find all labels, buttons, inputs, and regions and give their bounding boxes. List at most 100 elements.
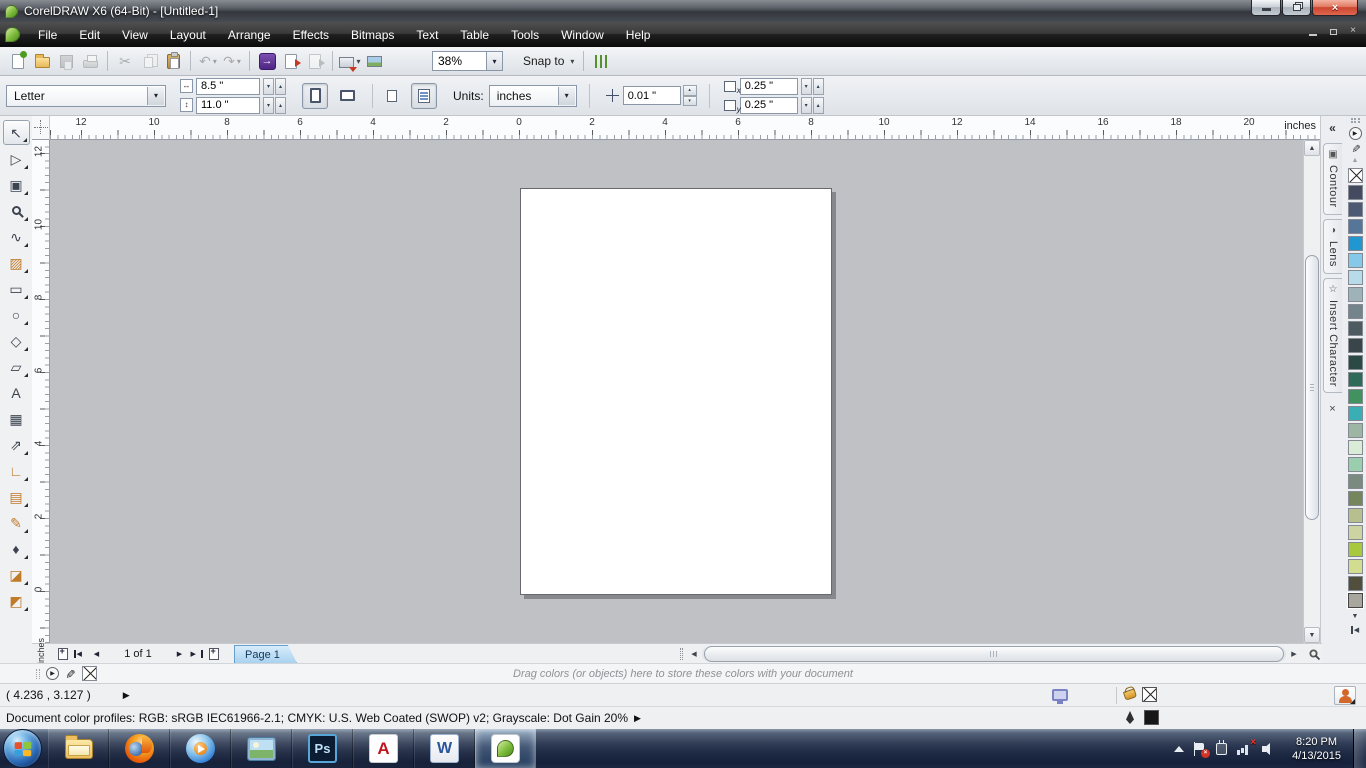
menu-layout[interactable]: Layout bbox=[159, 22, 217, 47]
color-swatch[interactable] bbox=[1347, 321, 1363, 336]
taskbar-windows-media-player[interactable] bbox=[170, 729, 231, 768]
palette-expand-icon[interactable]: ◀ bbox=[1350, 626, 1359, 634]
horizontal-scroll-track[interactable] bbox=[702, 645, 1286, 662]
color-swatch[interactable] bbox=[1347, 423, 1363, 438]
units-dropdown-icon[interactable]: ▾ bbox=[557, 86, 575, 105]
color-swatch[interactable] bbox=[1347, 338, 1363, 353]
rectangle-tool[interactable]: ▭ bbox=[3, 276, 30, 301]
color-swatch[interactable] bbox=[1347, 576, 1363, 591]
taskbar-windows-explorer[interactable] bbox=[48, 729, 109, 768]
docker-tab-contour[interactable]: ▣ Contour bbox=[1323, 143, 1342, 215]
units-select[interactable]: inches ▾ bbox=[488, 84, 577, 107]
vertical-ruler[interactable]: 12 10 8 6 4 2 0 bbox=[32, 140, 50, 643]
palette-flyout-button[interactable]: ▶ bbox=[1348, 127, 1362, 140]
color-swatch[interactable] bbox=[1347, 219, 1363, 234]
color-swatch[interactable] bbox=[1347, 559, 1363, 574]
page-height-spin-down[interactable]: ▾ bbox=[263, 96, 274, 114]
horizontal-scroll-thumb[interactable] bbox=[704, 645, 1284, 662]
application-launcher-button[interactable]: ▾ bbox=[338, 49, 362, 73]
interactive-fill-tool[interactable]: ◩ bbox=[3, 588, 30, 613]
portrait-button[interactable] bbox=[302, 82, 328, 109]
color-swatch[interactable] bbox=[1347, 185, 1363, 200]
nudge-distance-input[interactable] bbox=[622, 86, 681, 105]
page-width-spin-up[interactable]: ▴ bbox=[275, 77, 286, 95]
color-swatch[interactable] bbox=[1347, 525, 1363, 540]
zoom-level-input[interactable] bbox=[432, 51, 486, 71]
page-height-spin-up[interactable]: ▴ bbox=[275, 96, 286, 114]
scroll-left-icon[interactable]: ◀ bbox=[686, 650, 702, 658]
profiles-flyout-icon[interactable]: ▶ bbox=[634, 713, 641, 724]
palette-grip[interactable] bbox=[1350, 118, 1360, 123]
start-button[interactable] bbox=[3, 729, 42, 768]
scrollbar-splitter[interactable] bbox=[680, 647, 683, 660]
color-swatch[interactable] bbox=[1347, 474, 1363, 489]
power-plug-icon[interactable] bbox=[1216, 739, 1228, 755]
ruler-origin[interactable] bbox=[32, 116, 50, 140]
zoom-tool[interactable] bbox=[3, 198, 30, 223]
basic-shapes-tool[interactable]: ▱ bbox=[3, 354, 30, 379]
status-flyout-icon[interactable]: ▶ bbox=[123, 690, 130, 701]
user-account-button[interactable] bbox=[1334, 686, 1356, 705]
zoom-level-dropdown-icon[interactable]: ▾ bbox=[486, 51, 503, 71]
menu-edit[interactable]: Edit bbox=[68, 22, 111, 47]
show-desktop-button[interactable] bbox=[1353, 729, 1366, 768]
outline-pen-tool[interactable]: ♦ bbox=[3, 536, 30, 561]
insert-page-button[interactable]: + bbox=[205, 645, 222, 662]
zoom-level-combo[interactable]: ▾ bbox=[432, 51, 503, 71]
parallel-dimension-tool[interactable]: ⇗ bbox=[3, 432, 30, 457]
menu-effects[interactable]: Effects bbox=[282, 22, 340, 47]
apply-current-page-button[interactable] bbox=[411, 82, 437, 109]
shape-tool[interactable]: ▷ bbox=[3, 146, 30, 171]
document-page[interactable] bbox=[520, 188, 832, 595]
color-swatch[interactable] bbox=[1347, 202, 1363, 217]
vertical-scroll-thumb[interactable] bbox=[1305, 255, 1319, 520]
restore-button[interactable] bbox=[1282, 0, 1311, 16]
landscape-button[interactable] bbox=[334, 83, 360, 109]
smart-fill-tool[interactable]: ▨ bbox=[3, 250, 30, 275]
paper-type-dropdown-icon[interactable]: ▾ bbox=[147, 86, 164, 105]
page-tab[interactable]: Page 1 bbox=[234, 645, 297, 663]
menu-help[interactable]: Help bbox=[615, 22, 662, 47]
palette-eyedropper-icon[interactable]: ✎ bbox=[1350, 144, 1362, 153]
nudge-spin-down[interactable]: ▾ bbox=[682, 95, 697, 106]
color-swatch-none[interactable] bbox=[1347, 168, 1363, 183]
page-height-input[interactable] bbox=[196, 96, 260, 114]
taskbar-photo-viewer[interactable] bbox=[231, 729, 292, 768]
paste-button[interactable] bbox=[161, 49, 185, 73]
minimize-button[interactable] bbox=[1251, 0, 1281, 16]
duplicate-y-spin-down[interactable]: ▾ bbox=[800, 96, 812, 114]
network-status-icon[interactable]: × bbox=[1237, 737, 1256, 755]
menu-tools[interactable]: Tools bbox=[500, 22, 550, 47]
color-swatch[interactable] bbox=[1347, 440, 1363, 455]
paper-type-select[interactable]: Letter ▾ bbox=[6, 84, 166, 107]
open-button[interactable] bbox=[30, 49, 54, 73]
color-swatch[interactable] bbox=[1347, 253, 1363, 268]
crop-tool[interactable]: ▣ bbox=[3, 172, 30, 197]
nudge-spin-up[interactable]: ▴ bbox=[682, 85, 697, 96]
color-swatch[interactable] bbox=[1347, 287, 1363, 302]
color-swatch[interactable] bbox=[1347, 508, 1363, 523]
scroll-right-icon[interactable]: ▶ bbox=[1286, 650, 1302, 658]
menu-table[interactable]: Table bbox=[449, 22, 500, 47]
add-page-button[interactable]: + bbox=[54, 645, 71, 662]
search-content-button[interactable]: → bbox=[255, 49, 279, 73]
previous-page-button[interactable]: ◀ bbox=[88, 645, 105, 662]
volume-icon[interactable] bbox=[1262, 742, 1276, 755]
menu-file[interactable]: File bbox=[27, 22, 68, 47]
menu-window[interactable]: Window bbox=[550, 22, 615, 47]
color-swatch[interactable] bbox=[1347, 389, 1363, 404]
color-swatch[interactable] bbox=[1347, 372, 1363, 387]
docker-close-button[interactable]: × bbox=[1329, 403, 1335, 415]
doc-restore-icon[interactable] bbox=[1330, 29, 1338, 35]
doc-close-icon[interactable]: × bbox=[1350, 26, 1356, 36]
fill-color-swatch[interactable] bbox=[1142, 687, 1157, 702]
fill-tool[interactable]: ◪ bbox=[3, 562, 30, 587]
menu-arrange[interactable]: Arrange bbox=[217, 22, 282, 47]
hidden-icons-button[interactable] bbox=[1174, 745, 1185, 752]
doc-minimize-icon[interactable] bbox=[1309, 33, 1318, 36]
palette-scroll-up-icon[interactable]: ▲ bbox=[1352, 157, 1359, 164]
horizontal-ruler[interactable]: inches 12 10 8 6 4 2 0 2 4 6 8 10 12 14 16 18 20 bbox=[50, 116, 1322, 140]
palette-scroll-down-icon[interactable]: ▼ bbox=[1352, 613, 1359, 620]
next-page-button[interactable]: ▶ bbox=[171, 645, 188, 662]
taskbar-coreldraw[interactable] bbox=[475, 729, 536, 768]
